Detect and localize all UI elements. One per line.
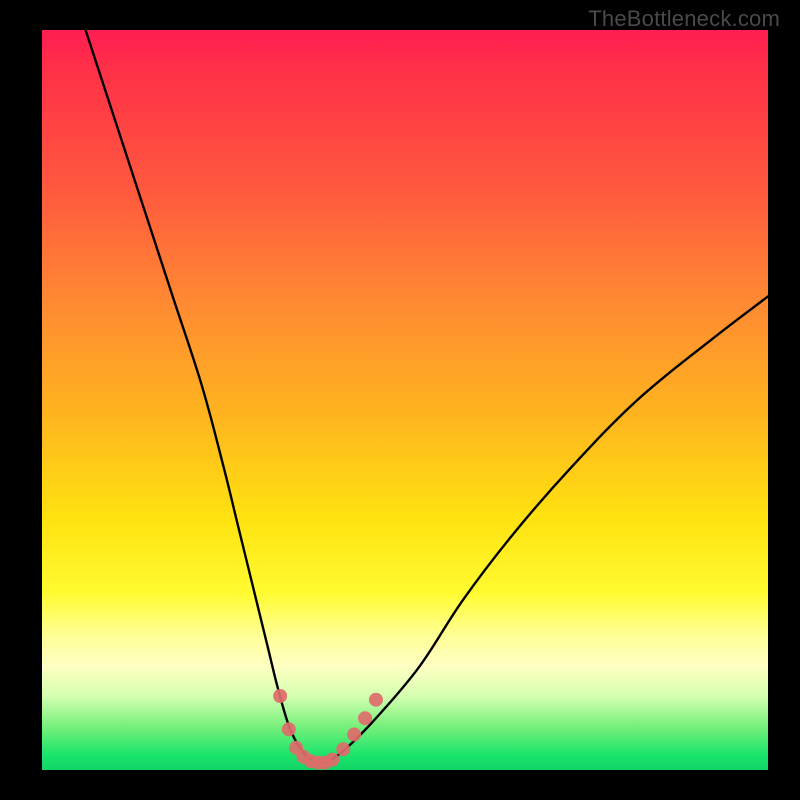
plot-area (42, 30, 768, 770)
watermark-text: TheBottleneck.com (588, 6, 780, 32)
highlight-dot (273, 689, 287, 703)
highlight-dot (282, 722, 296, 736)
highlight-dot (336, 742, 350, 756)
highlight-dot (358, 711, 372, 725)
highlight-dot (347, 727, 361, 741)
curve-layer (42, 30, 768, 770)
bottleneck-curve (86, 30, 768, 763)
highlight-dot (369, 693, 383, 707)
highlight-dot (325, 753, 339, 767)
chart-frame: TheBottleneck.com (0, 0, 800, 800)
